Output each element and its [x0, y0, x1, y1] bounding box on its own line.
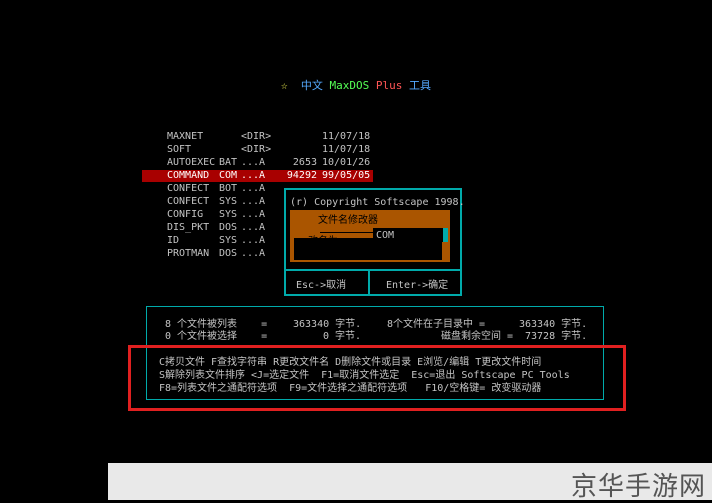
file-name: MAXNET [167, 131, 204, 142]
file-date: 99/05/05 [322, 170, 371, 181]
file-size: 2653 [292, 157, 317, 168]
file-row[interactable]: COMMAND COM ...A 94292 99/05/05 [142, 170, 373, 182]
free-space-bytes: 73728 字节. [525, 331, 588, 342]
star-icon: ☆ [281, 79, 288, 92]
file-name: CONFIG [167, 209, 204, 220]
title-plus: Plus [375, 79, 403, 92]
file-ext: SYS [219, 196, 238, 207]
file-size: 94292 [286, 170, 317, 181]
file-attr: ...A [241, 183, 266, 194]
file-attr: ...A [241, 235, 266, 246]
selected-bytes: 0 字节. [323, 331, 362, 342]
file-name: CONFECT [167, 183, 210, 194]
file-ext: COM [219, 170, 238, 181]
file-name: ID [167, 235, 180, 246]
file-date: 11/07/18 [322, 131, 371, 142]
free-space-label: 磁盘剩余空间 = [441, 331, 514, 342]
dialog-copyright: (r) Copyright Softscape 1998. [290, 197, 465, 208]
dialog-title: 文件名修改器 [318, 211, 378, 226]
file-name: DIS_PKT [167, 222, 210, 233]
file-attr: ...A [241, 209, 266, 220]
file-attr: <DIR> [241, 144, 272, 155]
dialog-divider [286, 269, 460, 271]
file-attr: <DIR> [241, 131, 272, 142]
file-name: COMMAND [167, 170, 210, 181]
watermark-banner: 京华手游网 [108, 463, 712, 502]
file-name: PROTMAN [167, 248, 210, 259]
file-name: AUTOEXEC [167, 157, 216, 168]
file-ext: DOS [219, 222, 238, 233]
file-ext: DOS [219, 248, 238, 259]
title-chinese: 中文 [300, 79, 323, 92]
title-tool: 工具 [409, 79, 431, 92]
file-ext: SYS [219, 209, 238, 220]
file-date: 10/01/26 [322, 157, 371, 168]
dialog-button-divider [368, 271, 370, 294]
watermark-text: 京华手游网 [570, 472, 706, 502]
app-title: ☆ 中文 MaxDOS Plus 工具 [0, 77, 712, 93]
file-name: SOFT [167, 144, 192, 155]
file-attr: ...A [241, 222, 266, 233]
file-ext: BAT [219, 157, 238, 168]
cancel-button[interactable]: Esc->取消 [296, 276, 346, 291]
file-date: 11/07/18 [322, 144, 371, 155]
file-ext: BOT [219, 183, 238, 194]
file-ext: SYS [219, 235, 238, 246]
file-attr: ...A [241, 248, 266, 259]
rename-dialog: (r) Copyright Softscape 1998. 文件名修改器 改名为… [284, 188, 465, 296]
rename-input[interactable] [373, 228, 443, 242]
confirm-button[interactable]: Enter->确定 [386, 276, 448, 291]
rename-label: 改名为 : [308, 236, 351, 247]
text-cursor [443, 228, 448, 242]
file-attr: ...A [241, 196, 266, 207]
help-line-3: F8=列表文件之通配符选项 F9=文件选择之通配符选项 F10/空格键= 改变驱… [159, 383, 542, 394]
title-maxdos: MaxDOS [329, 79, 370, 92]
file-name: CONFECT [167, 196, 210, 207]
selected-count-label: 0 个文件被选择 = [165, 331, 268, 342]
help-panel: C拷贝文件 F查找字符串 R更改文件名 D删除文件或目录 E浏览/编辑 T更改文… [128, 345, 626, 411]
